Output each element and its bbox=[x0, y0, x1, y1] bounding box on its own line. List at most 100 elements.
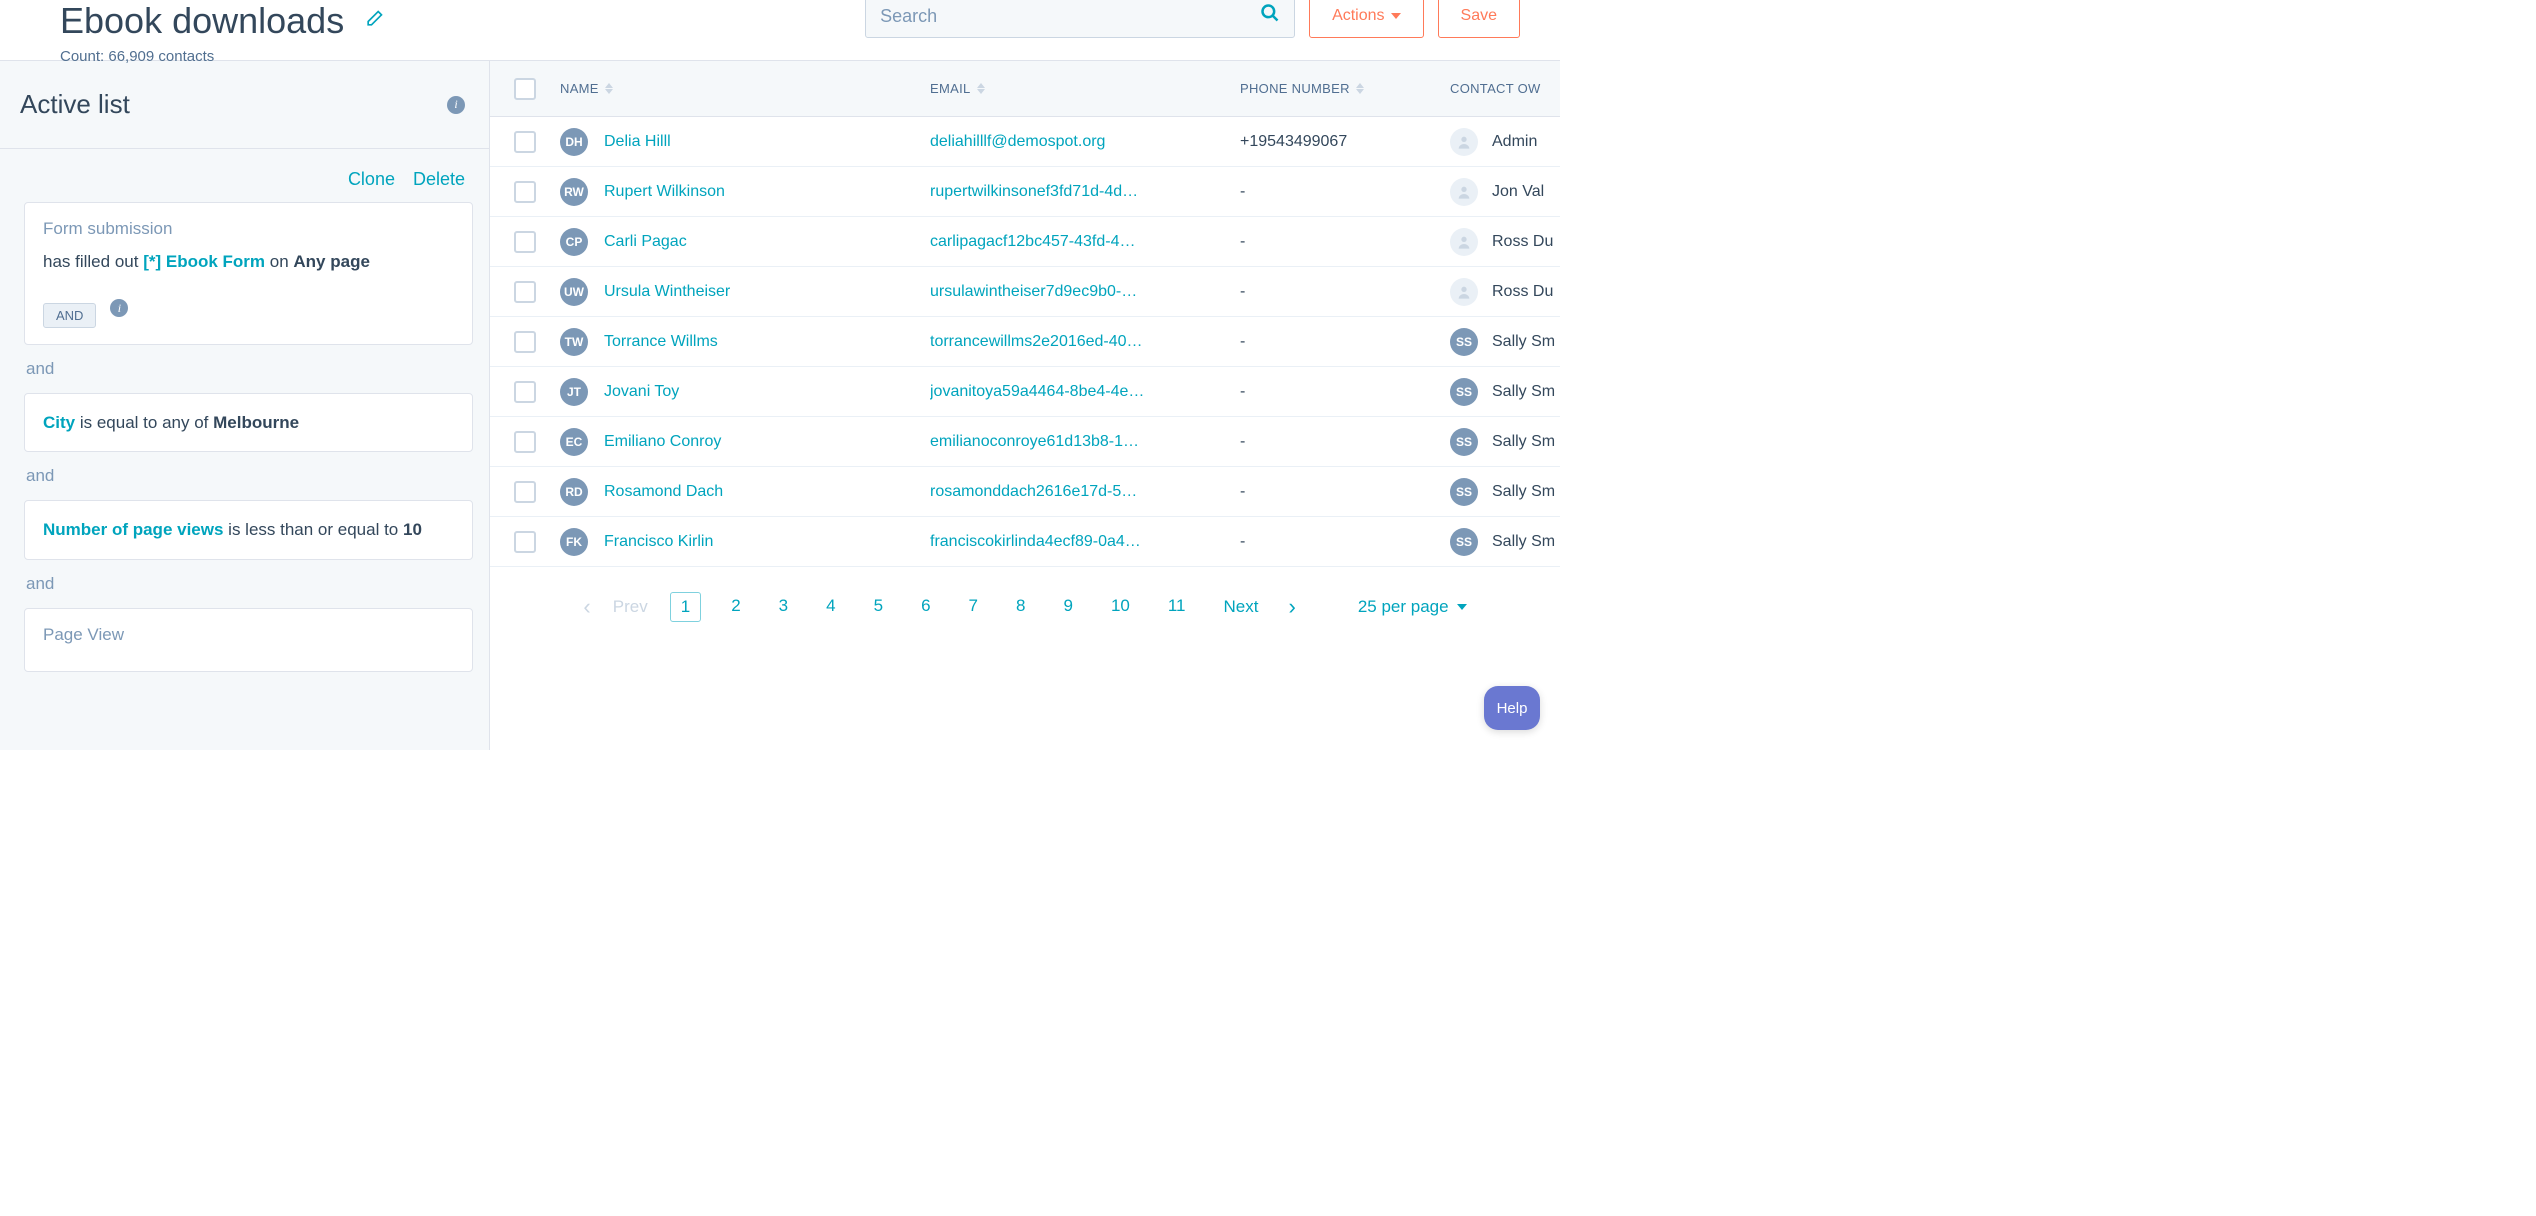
filter-token-value: Melbourne bbox=[213, 413, 299, 432]
contact-owner: Sally Sm bbox=[1492, 433, 1555, 451]
filter-body: City is equal to any of Melbourne bbox=[43, 410, 454, 436]
contact-phone: - bbox=[1240, 533, 1245, 551]
table-row[interactable]: TW Torrance Willms torrancewillms2e2016e… bbox=[490, 317, 1560, 367]
search-box[interactable] bbox=[865, 0, 1295, 38]
table-body: DH Delia Hilll deliahilllf@demospot.org … bbox=[490, 117, 1560, 567]
filter-token-link[interactable]: City bbox=[43, 413, 75, 432]
save-label: Save bbox=[1461, 7, 1497, 25]
contact-owner: Sally Sm bbox=[1492, 333, 1555, 351]
owner-avatar: SS bbox=[1450, 478, 1478, 506]
page-number[interactable]: 5 bbox=[866, 592, 891, 622]
col-email[interactable]: EMAIL bbox=[930, 81, 1240, 96]
contact-email[interactable]: rosamonddach2616e17d-5… bbox=[930, 483, 1137, 501]
table-row[interactable]: RD Rosamond Dach rosamonddach2616e17d-5…… bbox=[490, 467, 1560, 517]
filter-card[interactable]: Number of page views is less than or equ… bbox=[24, 500, 473, 560]
col-phone[interactable]: PHONE NUMBER bbox=[1240, 81, 1440, 96]
filter-token-value: 10 bbox=[403, 520, 422, 539]
page-number[interactable]: 4 bbox=[818, 592, 843, 622]
contact-email[interactable]: emilianoconroye61d13b8-1… bbox=[930, 433, 1139, 451]
table-row[interactable]: RW Rupert Wilkinson rupertwilkinsonef3fd… bbox=[490, 167, 1560, 217]
page-number[interactable]: 8 bbox=[1008, 592, 1033, 622]
contact-avatar: EC bbox=[560, 428, 588, 456]
contact-phone: - bbox=[1240, 383, 1245, 401]
table-row[interactable]: DH Delia Hilll deliahilllf@demospot.org … bbox=[490, 117, 1560, 167]
table-row[interactable]: FK Francisco Kirlin franciscokirlinda4ec… bbox=[490, 517, 1560, 567]
search-icon[interactable] bbox=[1260, 3, 1280, 29]
clone-link[interactable]: Clone bbox=[348, 169, 395, 190]
owner-avatar bbox=[1450, 178, 1478, 206]
page-number[interactable]: 6 bbox=[913, 592, 938, 622]
owner-avatar: SS bbox=[1450, 328, 1478, 356]
row-checkbox[interactable] bbox=[514, 131, 536, 153]
page-number[interactable]: 10 bbox=[1103, 592, 1138, 622]
contact-phone: - bbox=[1240, 333, 1245, 351]
next-chevron-icon[interactable]: › bbox=[1288, 596, 1295, 618]
contact-name[interactable]: Jovani Toy bbox=[604, 383, 679, 401]
select-all-checkbox[interactable] bbox=[514, 78, 536, 100]
col-owner[interactable]: CONTACT OW bbox=[1440, 81, 1560, 96]
table-row[interactable]: EC Emiliano Conroy emilianoconroye61d13b… bbox=[490, 417, 1560, 467]
search-input[interactable] bbox=[880, 6, 1260, 27]
per-page-select[interactable]: 25 per page bbox=[1358, 597, 1467, 617]
edit-icon[interactable] bbox=[364, 9, 384, 34]
row-checkbox[interactable] bbox=[514, 531, 536, 553]
filter-token-link[interactable]: [*] Ebook Form bbox=[143, 252, 265, 271]
help-button[interactable]: Help bbox=[1484, 686, 1540, 730]
row-checkbox[interactable] bbox=[514, 431, 536, 453]
page-number[interactable]: 7 bbox=[961, 592, 986, 622]
row-checkbox[interactable] bbox=[514, 181, 536, 203]
page-number[interactable]: 1 bbox=[670, 592, 701, 622]
contact-email[interactable]: deliahilllf@demospot.org bbox=[930, 133, 1105, 151]
col-phone-label: PHONE NUMBER bbox=[1240, 81, 1350, 96]
contact-name[interactable]: Rosamond Dach bbox=[604, 483, 723, 501]
row-checkbox[interactable] bbox=[514, 281, 536, 303]
contact-name[interactable]: Rupert Wilkinson bbox=[604, 183, 725, 201]
contact-owner: Sally Sm bbox=[1492, 533, 1555, 551]
contact-email[interactable]: carlipagacf12bc457-43fd-4… bbox=[930, 233, 1135, 251]
active-list-bar: Active list i bbox=[0, 61, 489, 149]
delete-link[interactable]: Delete bbox=[413, 169, 465, 190]
contact-name[interactable]: Ursula Wintheiser bbox=[604, 283, 730, 301]
row-checkbox[interactable] bbox=[514, 481, 536, 503]
contact-name[interactable]: Carli Pagac bbox=[604, 233, 687, 251]
contact-name[interactable]: Emiliano Conroy bbox=[604, 433, 721, 451]
contact-name[interactable]: Francisco Kirlin bbox=[604, 533, 713, 551]
filter-token-link[interactable]: Number of page views bbox=[43, 520, 223, 539]
next-link[interactable]: Next bbox=[1216, 593, 1267, 621]
contact-owner: Ross Du bbox=[1492, 283, 1553, 301]
contact-email[interactable]: franciscokirlinda4ecf89-0a4… bbox=[930, 533, 1141, 551]
row-checkbox[interactable] bbox=[514, 381, 536, 403]
contact-avatar: DH bbox=[560, 128, 588, 156]
row-checkbox[interactable] bbox=[514, 231, 536, 253]
save-button[interactable]: Save bbox=[1438, 0, 1520, 38]
page-number[interactable]: 9 bbox=[1055, 592, 1080, 622]
filter-card[interactable]: Page View bbox=[24, 608, 473, 672]
contact-email[interactable]: torrancewillms2e2016ed-40… bbox=[930, 333, 1143, 351]
info-icon[interactable]: i bbox=[447, 96, 465, 114]
contact-owner: Sally Sm bbox=[1492, 383, 1555, 401]
and-pill[interactable]: AND bbox=[43, 303, 96, 328]
filter-label: Page View bbox=[43, 625, 454, 645]
actions-button[interactable]: Actions bbox=[1309, 0, 1423, 38]
filter-card[interactable]: Form submissionhas filled out [*] Ebook … bbox=[24, 202, 473, 345]
page-number[interactable]: 3 bbox=[771, 592, 796, 622]
page-number[interactable]: 2 bbox=[723, 592, 748, 622]
contact-email[interactable]: ursulawintheiser7d9ec9b0-… bbox=[930, 283, 1137, 301]
filter-body: Number of page views is less than or equ… bbox=[43, 517, 454, 543]
sort-icon bbox=[605, 83, 613, 94]
table-row[interactable]: JT Jovani Toy jovanitoya59a4464-8be4-4e…… bbox=[490, 367, 1560, 417]
contact-email[interactable]: rupertwilkinsonef3fd71d-4d… bbox=[930, 183, 1138, 201]
contact-owner: Admin bbox=[1492, 133, 1537, 151]
page-number[interactable]: 11 bbox=[1160, 592, 1194, 622]
info-icon[interactable]: i bbox=[110, 299, 128, 317]
col-email-label: EMAIL bbox=[930, 81, 971, 96]
table-row[interactable]: UW Ursula Wintheiser ursulawintheiser7d9… bbox=[490, 267, 1560, 317]
filter-card[interactable]: City is equal to any of Melbourne bbox=[24, 393, 473, 453]
contact-email[interactable]: jovanitoya59a4464-8be4-4e… bbox=[930, 383, 1144, 401]
contact-name[interactable]: Torrance Willms bbox=[604, 333, 718, 351]
row-checkbox[interactable] bbox=[514, 331, 536, 353]
table-row[interactable]: CP Carli Pagac carlipagacf12bc457-43fd-4… bbox=[490, 217, 1560, 267]
contact-name[interactable]: Delia Hilll bbox=[604, 133, 671, 151]
col-name[interactable]: NAME bbox=[560, 81, 930, 96]
sidebar: Active list i Clone Delete Form submissi… bbox=[0, 61, 490, 750]
